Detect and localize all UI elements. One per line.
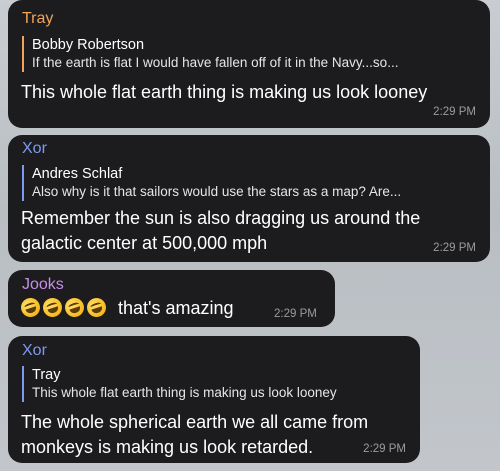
- chat-area: Tray Bobby Robertson If the earth is fla…: [0, 0, 500, 471]
- message-time: 2:29 PM: [433, 242, 476, 254]
- reply-author: Tray: [32, 367, 61, 383]
- message-text: This whole flat earth thing is making us…: [21, 80, 427, 105]
- message-time: 2:29 PM: [433, 106, 476, 118]
- reply-text: If the earth is flat I would have fallen…: [32, 55, 399, 70]
- message-text: Remember the sun is also dragging us aro…: [21, 206, 420, 256]
- message-bubble[interactable]: Tray Bobby Robertson If the earth is fla…: [8, 0, 490, 128]
- rofl-emoji-icon: [18, 295, 43, 320]
- sender-name[interactable]: Tray: [22, 10, 53, 28]
- message-line: monkeys is making us look retarded.: [21, 437, 314, 457]
- rofl-emoji-icon: [40, 295, 65, 320]
- reply-text: This whole flat earth thing is making us…: [32, 385, 337, 400]
- message-line: This whole flat earth thing is making us…: [21, 82, 428, 102]
- reply-quote[interactable]: Tray This whole flat earth thing is maki…: [22, 366, 418, 402]
- message-bubble[interactable]: Xor Tray This whole flat earth thing is …: [8, 336, 420, 463]
- reply-text: Also why is it that sailors would use th…: [32, 184, 402, 199]
- sender-name[interactable]: Xor: [22, 342, 47, 360]
- message-line: galactic center at 500,000 mph: [21, 233, 268, 253]
- reply-quote[interactable]: Bobby Robertson If the earth is flat I w…: [22, 36, 488, 72]
- message-text: The whole spherical earth we all came fr…: [21, 410, 368, 460]
- reply-author: Bobby Robertson: [32, 37, 145, 53]
- message-text: that's amazing: [18, 295, 234, 321]
- message-line: that's amazing: [118, 298, 234, 318]
- sender-name[interactable]: Xor: [22, 140, 47, 158]
- reply-author: Andres Schlaf: [32, 166, 123, 182]
- message-bubble[interactable]: Xor Andres Schlaf Also why is it that sa…: [8, 135, 490, 262]
- rofl-emoji-icon: [62, 295, 87, 320]
- message-time: 2:29 PM: [274, 308, 317, 320]
- message-line: Remember the sun is also dragging us aro…: [21, 208, 421, 228]
- reply-quote[interactable]: Andres Schlaf Also why is it that sailor…: [22, 165, 488, 201]
- sender-name[interactable]: Jooks: [22, 276, 64, 294]
- rofl-emoji-icon: [84, 295, 109, 320]
- message-bubble[interactable]: Jooks that's amazing 2:29 PM: [8, 270, 335, 327]
- message-time: 2:29 PM: [363, 443, 406, 455]
- message-line: The whole spherical earth we all came fr…: [21, 412, 369, 432]
